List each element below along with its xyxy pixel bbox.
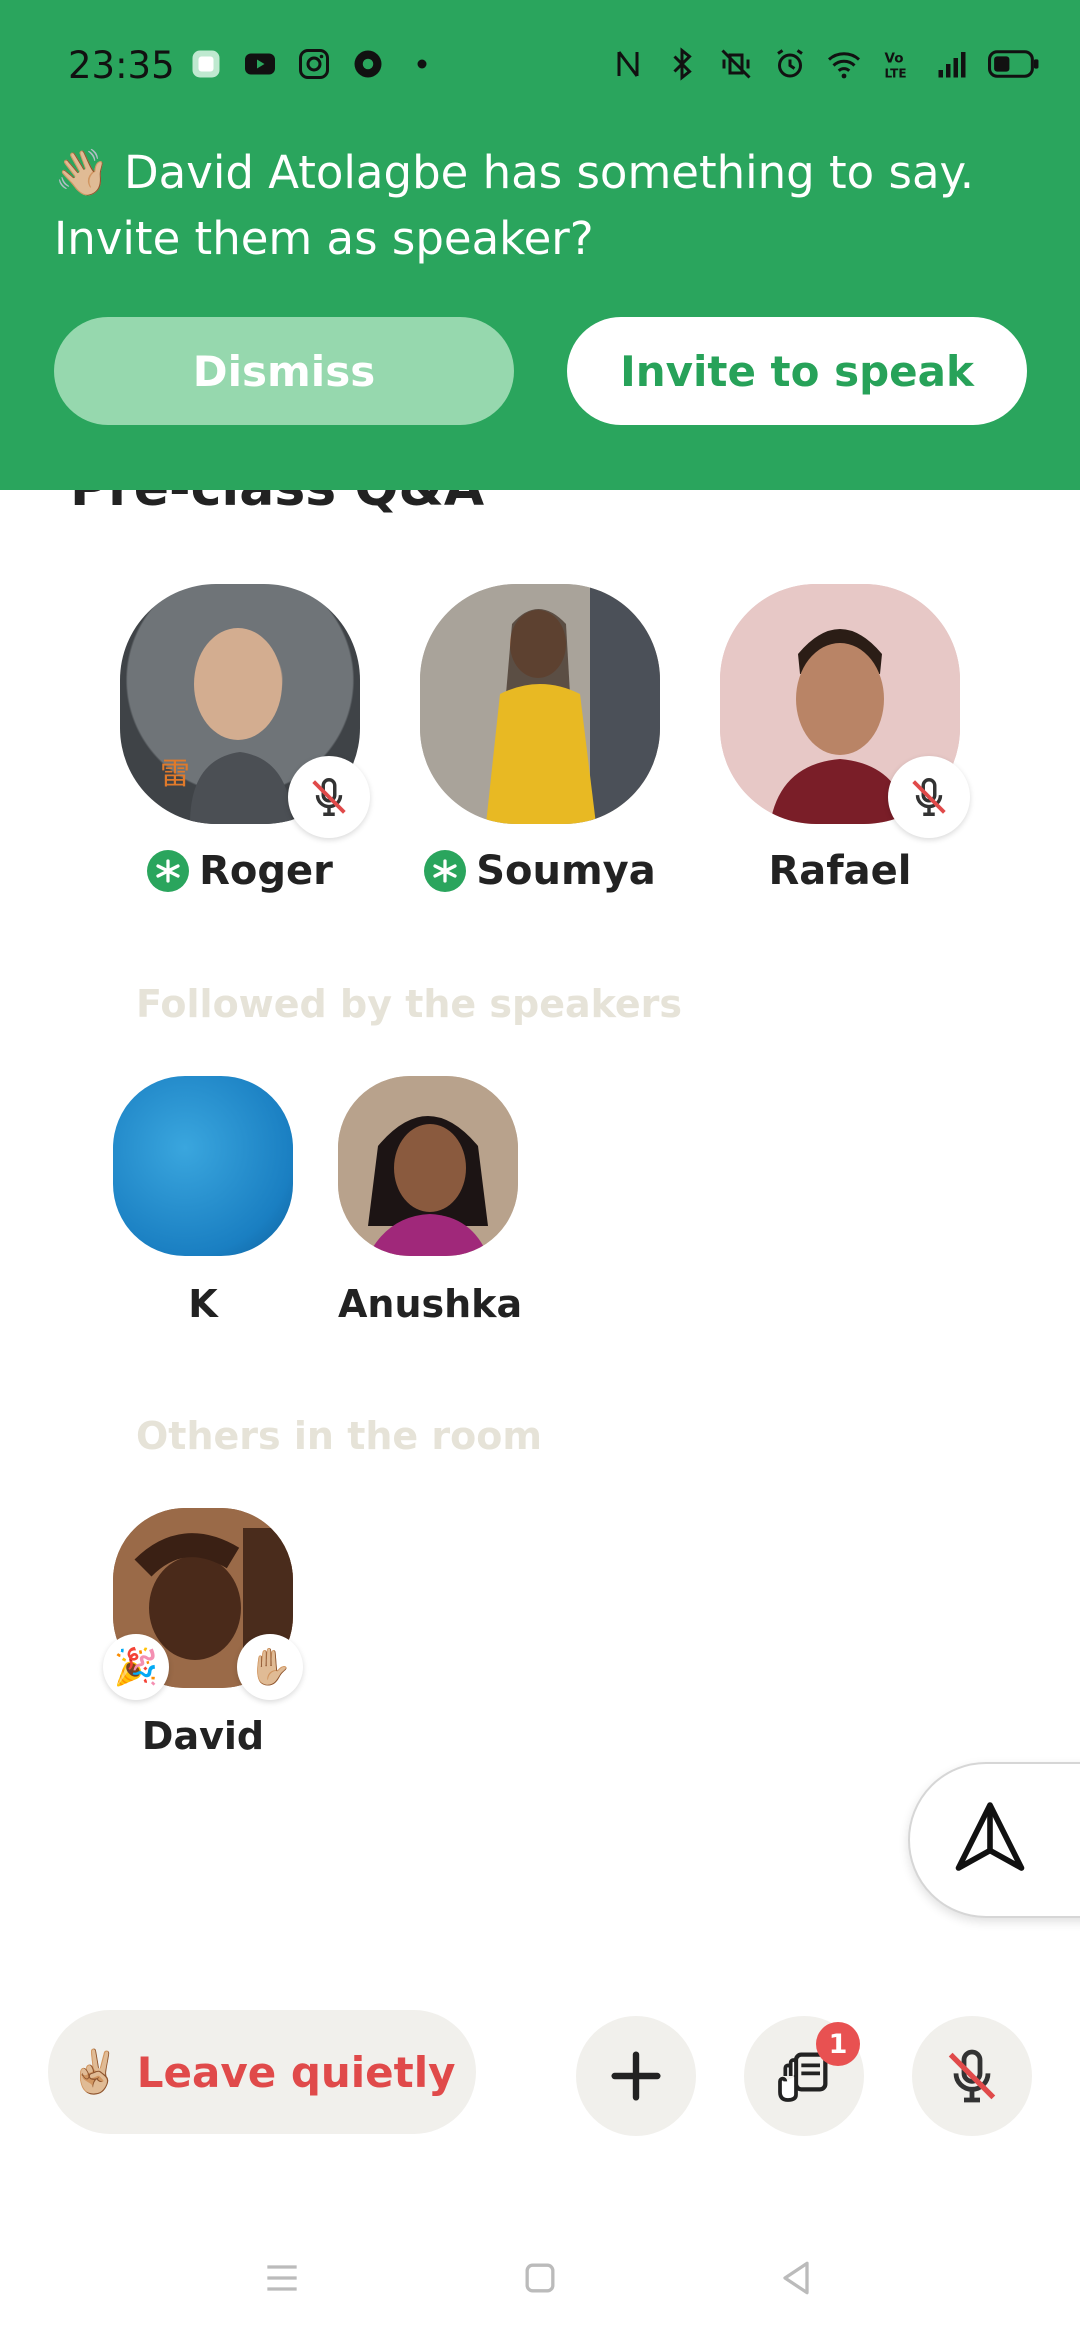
listener-name: Anushka	[338, 1282, 523, 1326]
chrome-icon	[350, 46, 386, 82]
dismiss-button[interactable]: Dismiss	[54, 317, 514, 425]
avatar	[113, 1076, 293, 1256]
muted-icon	[288, 756, 370, 838]
wave-icon: 👋🏼	[54, 146, 111, 199]
back-nav-button[interactable]	[766, 2248, 826, 2308]
listener-anushka[interactable]: Anushka	[338, 1076, 523, 1326]
raised-hand-icon: ✋🏼	[237, 1634, 303, 1700]
svg-text:LTE: LTE	[885, 67, 907, 81]
youtube-icon	[242, 46, 278, 82]
listener-name: K	[188, 1282, 218, 1326]
nfc-icon	[610, 46, 646, 82]
avatar	[420, 584, 660, 824]
moderator-icon	[147, 850, 190, 892]
status-bar: 23:35 Vo LTE	[0, 0, 1080, 130]
status-time: 23:35	[68, 44, 175, 87]
invite-to-speak-button[interactable]: Invite to speak	[567, 317, 1027, 425]
peace-icon: ✌🏼	[68, 2047, 121, 2096]
speaker-request-message: 👋🏼 David Atolagbe has something to say. I…	[54, 140, 1034, 272]
speaker-name: Roger	[199, 848, 333, 894]
mic-button[interactable]	[912, 2016, 1032, 2136]
section-others-label: Others in the room	[136, 1414, 542, 1458]
bluetooth-icon	[664, 46, 700, 82]
moderator-icon	[424, 850, 467, 892]
message-text: David Atolagbe has something to say. Inv…	[54, 146, 975, 265]
svg-text:雷: 雷	[160, 757, 190, 792]
speaker-soumya[interactable]: Soumya	[420, 584, 660, 894]
menu-icon	[267, 2265, 297, 2291]
signal-icon	[934, 46, 970, 82]
muted-icon	[888, 756, 970, 838]
add-button[interactable]	[576, 2016, 696, 2136]
plus-icon	[611, 2051, 661, 2101]
notification-badge: 1	[816, 2022, 860, 2066]
app-icon	[188, 46, 224, 82]
wifi-icon	[826, 46, 862, 82]
svg-text:Vo: Vo	[885, 51, 904, 67]
menu-nav-button[interactable]	[252, 2248, 312, 2308]
alarm-icon	[772, 46, 808, 82]
speaker-roger[interactable]: 雷 Roger	[120, 584, 370, 894]
leave-label: Leave quietly	[136, 2047, 456, 2097]
navigation-bar	[0, 2220, 1080, 2340]
speaker-name: Rafael	[768, 848, 912, 894]
back-icon	[783, 2261, 809, 2295]
party-icon: 🎉	[103, 1634, 169, 1700]
listener-k[interactable]: K	[113, 1076, 293, 1326]
speaker-name: Soumya	[476, 848, 656, 894]
mic-muted-icon	[948, 2049, 996, 2103]
instagram-icon	[296, 46, 332, 82]
send-icon	[955, 1802, 1025, 1871]
leave-quietly-button[interactable]: ✌🏼 Leave quietly	[48, 2010, 476, 2134]
speaker-rafael[interactable]: Rafael	[720, 584, 970, 894]
speaker-request-banner: 23:35 Vo LTE 👋🏼 David Atolagbe has somethi…	[0, 0, 1080, 490]
volte-icon: Vo LTE	[880, 46, 916, 82]
listener-name: David	[141, 1714, 265, 1758]
vibrate-off-icon	[718, 46, 754, 82]
avatar	[338, 1076, 518, 1256]
battery-icon	[988, 46, 1040, 82]
share-button[interactable]	[908, 1762, 1080, 1918]
section-followed-label: Followed by the speakers	[136, 982, 683, 1026]
raised-hands-button[interactable]: 1	[744, 2016, 864, 2136]
listener-david[interactable]: 🎉 ✋🏼 David	[103, 1508, 303, 1758]
home-nav-button[interactable]	[510, 2248, 570, 2308]
dot-icon	[404, 46, 440, 82]
home-icon	[525, 2263, 555, 2293]
